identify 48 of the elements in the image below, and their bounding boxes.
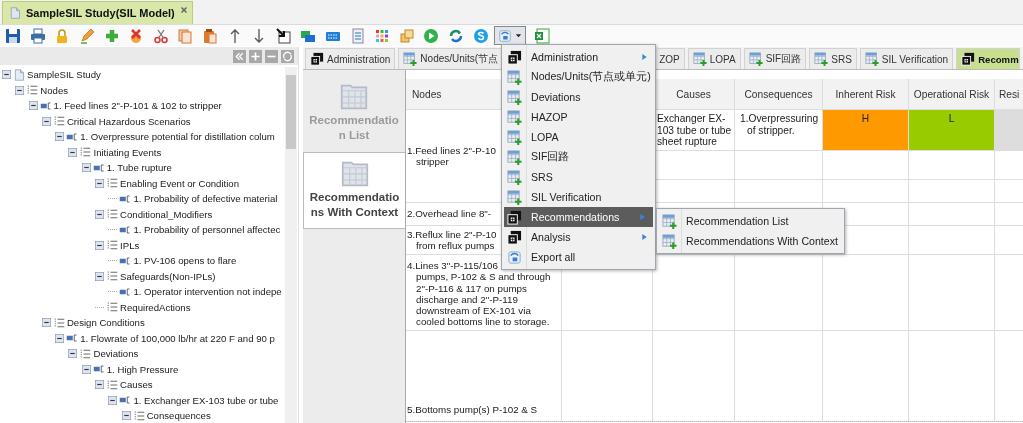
menu-item[interactable]: Recommendations With Context	[657, 231, 844, 251]
tab[interactable]: LOPA	[687, 48, 741, 69]
menu-item[interactable]: Recommendation List	[657, 211, 844, 231]
document-tab[interactable]: SampleSIL Study(SIL Model)	[2, 1, 193, 24]
risk-cell: H	[823, 110, 908, 150]
tree-node[interactable]: 1. Overpressure potential for distillation colum	[80, 131, 275, 143]
column-header: Consequences	[735, 79, 822, 109]
column-header: Operational Risk	[909, 79, 994, 109]
tree-node[interactable]: 1. PV-106 opens to flare	[133, 255, 237, 267]
tab[interactable]: SIF回路	[743, 48, 807, 69]
menu-item[interactable]: Administration	[502, 47, 655, 67]
tab[interactable]: SRS	[809, 48, 857, 69]
tree-node[interactable]: 1. Tube rupture	[106, 162, 172, 174]
column-header: Causes	[653, 79, 734, 109]
column-header: Inherent Risk	[823, 79, 908, 109]
tree-node[interactable]: Design Conditions	[66, 317, 145, 329]
tree-node[interactable]: Enabling Event or Condition	[120, 177, 239, 189]
view-button[interactable]: Recommendations With Context	[303, 152, 405, 229]
risk-cell: L	[909, 110, 994, 150]
tab[interactable]: Nodes/Units(节点	[398, 48, 504, 69]
tree-node[interactable]: Deviations	[93, 348, 139, 360]
table-cell: 5.Bottoms pump(s) P-102 & S	[406, 331, 561, 421]
tree-node[interactable]: 1. Feed lines 2"-P-101 & 102 to stripper	[53, 100, 222, 112]
tab[interactable]: Recomm	[956, 48, 1020, 69]
tree-node[interactable]: Critical Hazardous Scenarios	[66, 115, 191, 127]
tree-node[interactable]: Causes	[120, 379, 153, 391]
tree-node[interactable]: 1. Probability of defective material	[133, 193, 278, 205]
tab[interactable]: SIL Verification	[859, 48, 954, 69]
tab[interactable]: Administration	[305, 48, 396, 69]
tree-node[interactable]: Initiating Events	[93, 146, 162, 158]
tree-node[interactable]: IPLs	[120, 239, 140, 251]
tab[interactable]: ZOP	[658, 48, 685, 69]
tree-node[interactable]: 1. High Pressure	[106, 363, 179, 375]
table-cell: Exchanger EX-103 tube or tube sheet rupture	[653, 110, 734, 150]
column-header: Resi	[995, 79, 1023, 109]
tree-node[interactable]: SampleSIL Study	[27, 69, 101, 81]
tree-node[interactable]: 1. Probability of personnel affectec	[133, 224, 281, 236]
table-cell: 1.Overpressuring of stripper.	[735, 110, 822, 150]
tree-node[interactable]: 1. Operator intervention not indepe	[133, 286, 282, 298]
document-title: SampleSIL Study(SIL Model)	[26, 7, 175, 19]
tree-node[interactable]: Safeguards(Non-IPLs)	[120, 270, 216, 282]
tree-node[interactable]: Conditional_Modifiers	[120, 208, 213, 220]
menu-item[interactable]: Recommendations	[504, 207, 653, 227]
tree-node[interactable]: RequiredActions	[120, 301, 191, 313]
tree-node[interactable]: Nodes	[40, 84, 69, 96]
tree-node[interactable]: 1. Flowrate of 100,000 lb/hr at 220 F and 90 p	[80, 332, 275, 344]
tree-node[interactable]: 1. Exchanger EX-103 tube or tube	[133, 394, 279, 406]
tree-node[interactable]: Consequences	[146, 410, 211, 422]
